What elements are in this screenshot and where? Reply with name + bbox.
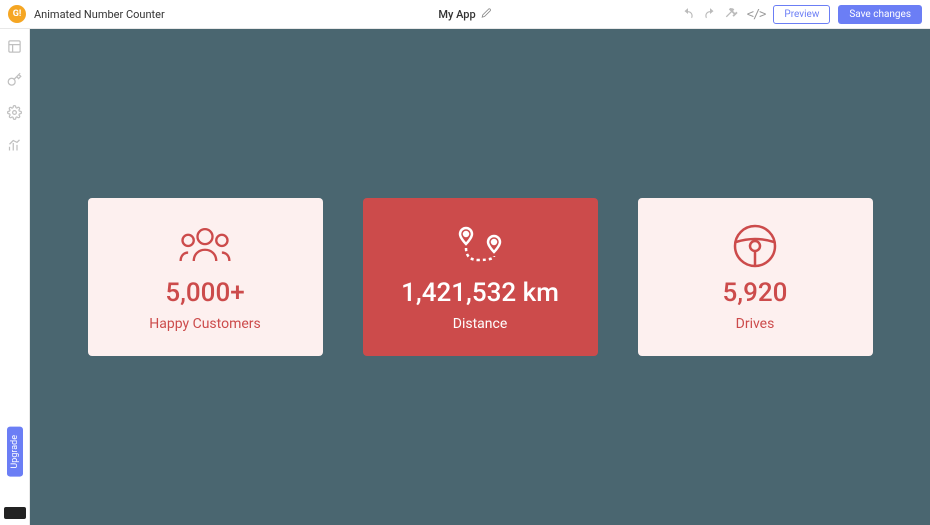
counter-value: 5,000+ [165,278,244,308]
counter-label: Drives [736,316,775,332]
counter-card-drives[interactable]: 5,920 Drives [638,198,873,356]
counter-card-distance[interactable]: 1,421,532 km Distance [363,198,598,356]
redo-icon[interactable] [703,7,717,21]
layout-icon[interactable] [7,39,22,54]
topbar-right: </> Preview Save changes [681,5,922,24]
counter-card-customers[interactable]: 5,000+ Happy Customers [88,198,323,356]
save-changes-button[interactable]: Save changes [838,5,922,24]
bottom-thumbnail-icon[interactable] [4,507,26,519]
left-sidebar: Upgrade [0,29,30,525]
topbar-center: My App [438,8,491,21]
code-icon[interactable]: </> [747,7,766,21]
key-icon[interactable] [7,72,22,87]
analytics-icon[interactable] [7,138,22,153]
main-wrap: Upgrade 5,000+ Happy Customers [0,29,930,525]
steering-wheel-icon [731,222,779,270]
app-title: Animated Number Counter [34,8,165,21]
app-logo-icon: G! [8,5,26,23]
pencil-icon[interactable] [482,8,492,21]
top-bar: G! Animated Number Counter My App </> Pr… [0,0,930,29]
people-icon [175,222,235,270]
preview-button[interactable]: Preview [773,5,830,24]
counter-label: Distance [453,316,508,332]
upgrade-button[interactable]: Upgrade [7,427,23,477]
undo-icon[interactable] [681,7,695,21]
project-title[interactable]: My App [438,8,475,21]
counter-value: 5,920 [723,278,788,308]
gear-icon[interactable] [7,105,22,120]
route-icon [452,222,508,270]
counter-label: Happy Customers [149,316,261,332]
editor-canvas[interactable]: 5,000+ Happy Customers 1,421,532 km Dist… [30,29,930,525]
counter-value: 1,421,532 km [401,278,559,308]
hammer-icon[interactable] [725,7,739,21]
topbar-left: G! Animated Number Counter [8,5,165,23]
